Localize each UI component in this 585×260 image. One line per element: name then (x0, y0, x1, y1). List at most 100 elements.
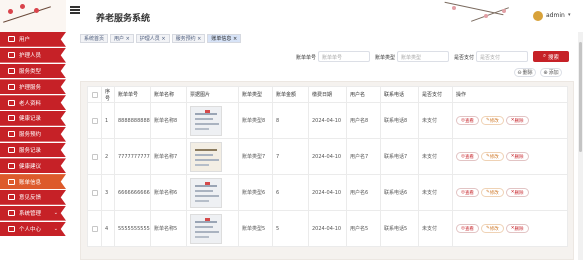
cell-amount: 6 (272, 174, 309, 211)
sidebar-item-system[interactable]: 系统管理 ⌄ (0, 205, 66, 221)
receipt-image[interactable] (190, 213, 222, 244)
person-icon (8, 225, 15, 232)
column-header: 账单类型 (238, 86, 273, 103)
row-delete-label: 删除 (514, 154, 524, 160)
sidebar-item-health-advice[interactable]: 健康建议 (0, 158, 66, 174)
username[interactable]: admin (546, 12, 565, 19)
chevron-down-icon[interactable]: ▾ (568, 12, 571, 18)
bills-table-container: 序号 账单单号 账单名称 票据图片 账单类型 账单金额 缴费日期 用户名 联系电… (80, 81, 574, 260)
table-row: 1 8888888888 账单名称8 账单类型8 8 2024-04-10 用户… (87, 102, 568, 139)
tab-bills[interactable]: 账单信息 × (207, 34, 242, 43)
column-header: 缴费日期 (308, 86, 347, 103)
sidebar-item-appointments[interactable]: 服务预约 (0, 126, 66, 142)
tab-users[interactable]: 用户 × (110, 34, 134, 43)
row-delete-button[interactable]: ✕ 删除 (505, 224, 529, 233)
edit-button[interactable]: ✎ 修改 (480, 224, 504, 233)
edit-label: 修改 (489, 118, 499, 124)
scrollbar-thumb[interactable] (579, 42, 582, 152)
edit-button[interactable]: ✎ 修改 (480, 188, 504, 197)
cell-phone: 联系电话5 (380, 210, 419, 247)
tab-nurses[interactable]: 护理人员 × (135, 34, 170, 43)
health-icon (8, 115, 15, 122)
sidebar-item-label: 意见反馈 (19, 195, 42, 202)
cell-phone: 联系电话7 (380, 138, 419, 175)
cell-index: 2 (101, 138, 115, 175)
sidebar-item-users[interactable]: 用户 (0, 32, 66, 47)
receipt-image[interactable] (190, 141, 222, 172)
select-all-checkbox[interactable] (92, 91, 98, 98)
sidebar-item-health-records[interactable]: 健康记录 (0, 110, 66, 126)
sidebar-item-elder-profiles[interactable]: 老人资料 (0, 95, 66, 110)
sidebar-item-label: 健康记录 (19, 116, 42, 123)
paid-status-label: 是否支付 (454, 55, 475, 61)
sidebar-item-label: 服务记录 (19, 147, 42, 154)
sidebar-item-service-records[interactable]: 服务记录 (0, 142, 66, 158)
sidebar-item-label: 老人资料 (19, 100, 42, 107)
sidebar-item-label: 服务类型 (19, 68, 42, 75)
sidebar-item-personal[interactable]: 个人中心 ⌄ (0, 221, 66, 237)
row-delete-button[interactable]: ✕ 删除 (505, 152, 529, 161)
row-select-cell (87, 210, 102, 247)
edit-button[interactable]: ✎ 修改 (480, 116, 504, 125)
row-delete-label: 删除 (514, 190, 524, 196)
table-row: 4 5555555555 账单名称5 账单类型5 5 2024-04-10 用户… (87, 210, 568, 247)
cell-actions: ◎ 查看 ✎ 修改 ✕ 删除 (452, 138, 568, 175)
settings-icon (8, 210, 15, 217)
bill-type-input[interactable]: 账单类型 (397, 51, 449, 62)
cell-date: 2024-04-10 (308, 174, 347, 211)
row-checkbox[interactable] (92, 117, 98, 124)
sidebar-item-service-types[interactable]: 服务类型 (0, 63, 66, 79)
sidebar-item-care-services[interactable]: 护理服务 (0, 79, 66, 95)
view-button[interactable]: ◎ 查看 (456, 224, 479, 233)
tab-home[interactable]: 系统首页 (80, 34, 109, 43)
add-button[interactable]: ⊕ 添加 (540, 68, 562, 77)
table-row: 3 6666666666 账单名称6 账单类型6 6 2024-04-10 用户… (87, 174, 568, 211)
column-header: 序号 (101, 86, 115, 103)
edit-button[interactable]: ✎ 修改 (480, 152, 504, 161)
tab-appointments[interactable]: 服务预约 × (171, 34, 206, 43)
view-button[interactable]: ◎ 查看 (456, 152, 479, 161)
row-select-cell (87, 138, 102, 175)
delete-button-label: 删除 (522, 70, 533, 76)
sidebar-item-feedback[interactable]: 意见反馈 (0, 189, 66, 205)
row-checkbox[interactable] (92, 153, 98, 160)
row-select-cell (87, 174, 102, 211)
cell-amount: 7 (272, 138, 309, 175)
row-delete-button[interactable]: ✕ 删除 (505, 116, 529, 125)
page-scrollbar[interactable] (578, 32, 583, 260)
cell-paid: 未支付 (418, 102, 453, 139)
column-header: 是否支付 (418, 86, 453, 103)
receipt-image[interactable] (190, 105, 222, 136)
paid-status-select[interactable]: 是否支付 (476, 51, 528, 62)
breadcrumb-tabs: 系统首页 用户 × 护理人员 × 服务预约 × 账单信息 × (80, 34, 243, 43)
menu-toggle-icon[interactable] (70, 6, 80, 14)
row-checkbox[interactable] (92, 189, 98, 196)
sidebar-item-label: 护理服务 (19, 84, 42, 91)
sidebar-item-bills[interactable]: 账单信息 (0, 174, 66, 189)
cell-date: 2024-04-10 (308, 210, 347, 247)
app-title: 养老服务系统 (96, 14, 151, 24)
row-checkbox[interactable] (92, 225, 98, 232)
bill-no-input[interactable]: 账单单号 (318, 51, 370, 62)
add-icon: ⊕ (543, 69, 548, 76)
search-button[interactable]: ⌕ 搜索 (533, 51, 569, 62)
view-label: 查看 (464, 154, 474, 160)
receipt-image[interactable] (190, 177, 222, 208)
column-header: 票据图片 (186, 86, 239, 103)
view-button[interactable]: ◎ 查看 (456, 188, 479, 197)
view-button[interactable]: ◎ 查看 (456, 116, 479, 125)
edit-label: 修改 (489, 190, 499, 196)
bill-no-label: 账单单号 (296, 55, 317, 61)
delete-button[interactable]: ⊖ 删除 (514, 68, 536, 77)
cell-index: 4 (101, 210, 115, 247)
cell-bill-name: 账单名称8 (150, 102, 187, 139)
profile-icon (8, 99, 15, 106)
cell-username: 用户名7 (346, 138, 381, 175)
cell-receipt (186, 138, 239, 175)
avatar[interactable] (533, 11, 543, 21)
cell-bill-name: 账单名称7 (150, 138, 187, 175)
column-header: 账单名称 (150, 86, 187, 103)
row-delete-button[interactable]: ✕ 删除 (505, 188, 529, 197)
sidebar-item-nurses[interactable]: 护理人员 (0, 47, 66, 63)
column-header: 联系电话 (380, 86, 419, 103)
